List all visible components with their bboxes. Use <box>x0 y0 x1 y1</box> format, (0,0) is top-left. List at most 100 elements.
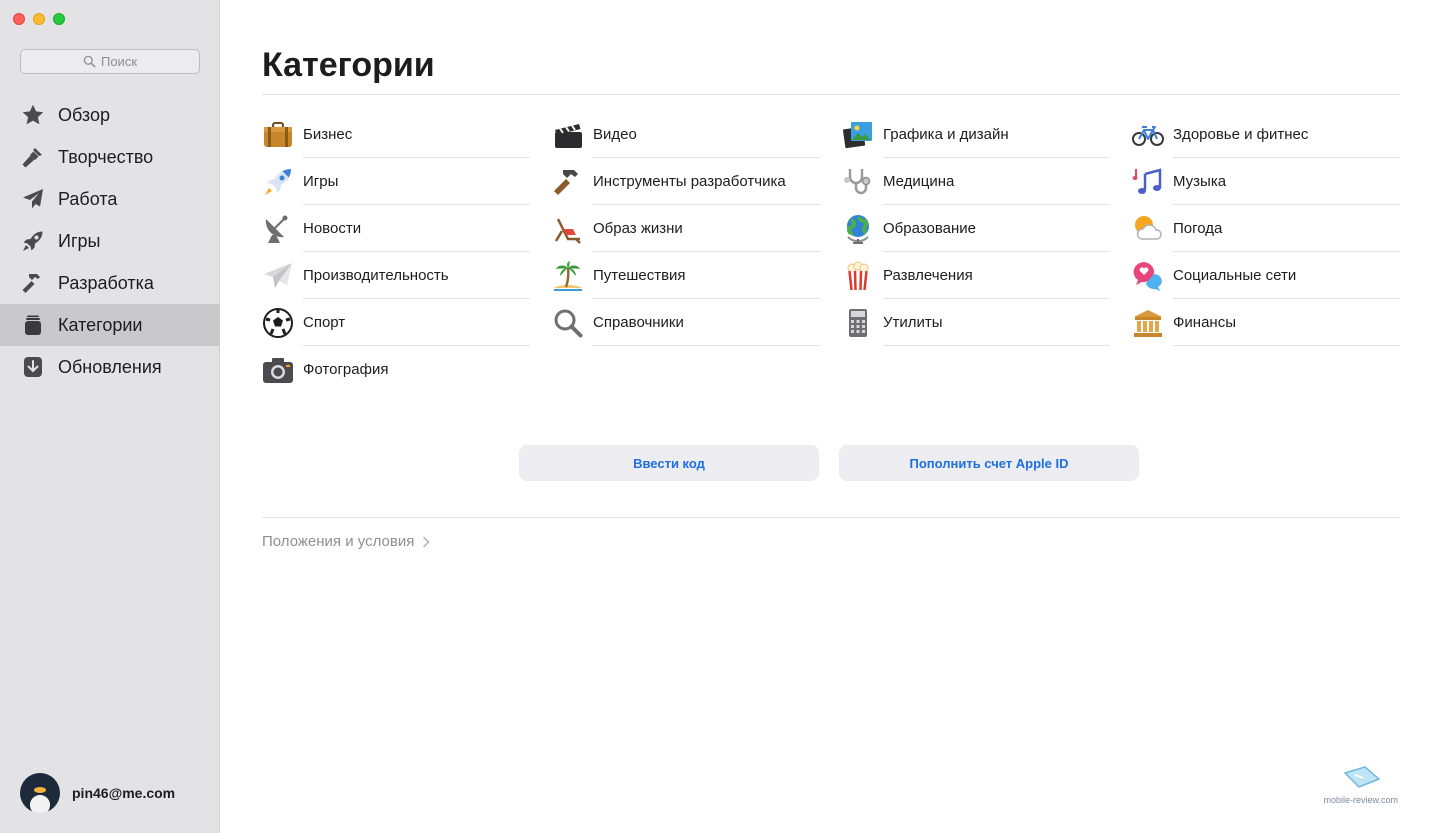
category-label: Видео <box>593 111 820 158</box>
hammer-icon <box>20 270 46 296</box>
sidebar-item-work[interactable]: Работа <box>0 178 220 220</box>
globe-icon <box>841 212 875 246</box>
star-icon <box>20 102 46 128</box>
categories-grid: Бизнес Видео Графика и дизайн Здоровье и… <box>261 111 1400 393</box>
category-label: Спорт <box>303 299 530 346</box>
paperplane-icon <box>20 186 46 212</box>
camera-icon <box>261 353 295 387</box>
heart-bubble-icon <box>1131 259 1165 293</box>
zoom-window-button[interactable] <box>53 13 65 25</box>
category-label: Новости <box>303 205 530 252</box>
stethoscope-icon <box>841 165 875 199</box>
minimize-window-button[interactable] <box>33 13 45 25</box>
category-label: Социальные сети <box>1173 252 1400 299</box>
sidebar-item-label: Творчество <box>58 146 154 167</box>
category-finance[interactable]: Финансы <box>1131 299 1400 346</box>
satellite-dish-icon <box>261 212 295 246</box>
account-button[interactable]: pin46@me.com <box>20 773 175 813</box>
sidebar-item-overview[interactable]: Обзор <box>0 94 220 136</box>
chevron-right-icon <box>423 535 430 548</box>
palm-tree-icon <box>551 259 585 293</box>
watermark-text: mobile-review.com <box>1323 795 1398 805</box>
title-divider <box>262 94 1399 95</box>
search-placeholder: Поиск <box>100 54 138 69</box>
music-notes-icon <box>1131 165 1165 199</box>
page-title: Категории <box>262 46 435 84</box>
beach-chair-icon <box>551 212 585 246</box>
category-lifestyle[interactable]: Образ жизни <box>551 205 841 252</box>
sidebar-item-label: Работа <box>58 188 118 209</box>
category-social-networking[interactable]: Социальные сети <box>1131 252 1400 299</box>
category-utilities[interactable]: Утилиты <box>841 299 1131 346</box>
picture-icon <box>841 118 875 152</box>
category-label: Музыка <box>1173 158 1400 205</box>
sidebar-item-categories[interactable]: Категории <box>0 304 220 346</box>
sidebar-item-develop[interactable]: Разработка <box>0 262 220 304</box>
category-productivity[interactable]: Производительность <box>261 252 551 299</box>
category-label: Бизнес <box>303 111 530 158</box>
redeem-code-button[interactable]: Ввести код <box>519 445 819 481</box>
category-weather[interactable]: Погода <box>1131 205 1400 252</box>
watermark: mobile-review.com <box>1323 765 1398 805</box>
sidebar-item-label: Категории <box>58 314 143 335</box>
category-business[interactable]: Бизнес <box>261 111 551 158</box>
search-input[interactable]: Поиск <box>20 49 200 74</box>
search-icon <box>83 55 96 68</box>
paintbrush-icon <box>20 144 46 170</box>
category-label: Погода <box>1173 205 1400 252</box>
app-store-window: Поиск Обзор Творчество Работа Игры Разра… <box>0 0 1440 833</box>
category-music[interactable]: Музыка <box>1131 158 1400 205</box>
category-label: Справочники <box>593 299 820 346</box>
bottom-divider <box>262 517 1399 518</box>
category-reference[interactable]: Справочники <box>551 299 841 346</box>
sidebar-item-games[interactable]: Игры <box>0 220 220 262</box>
sidebar-item-label: Обзор <box>58 104 110 125</box>
sidebar-nav: Обзор Творчество Работа Игры Разработка … <box>0 94 220 388</box>
category-graphics-design[interactable]: Графика и дизайн <box>841 111 1131 158</box>
category-health-fitness[interactable]: Здоровье и фитнес <box>1131 111 1400 158</box>
bicycle-icon <box>1131 118 1165 152</box>
category-label: Развлечения <box>883 252 1110 299</box>
window-controls <box>13 13 65 25</box>
bank-icon <box>1131 306 1165 340</box>
category-education[interactable]: Образование <box>841 205 1131 252</box>
category-sports[interactable]: Спорт <box>261 299 551 346</box>
sidebar-item-label: Обновления <box>58 356 162 377</box>
close-window-button[interactable] <box>13 13 25 25</box>
categories-icon <box>20 312 46 338</box>
category-label: Финансы <box>1173 299 1400 346</box>
sidebar-item-create[interactable]: Творчество <box>0 136 220 178</box>
category-video[interactable]: Видео <box>551 111 841 158</box>
category-label: Медицина <box>883 158 1110 205</box>
download-icon <box>20 354 46 380</box>
account-email: pin46@me.com <box>72 785 176 801</box>
category-medical[interactable]: Медицина <box>841 158 1131 205</box>
category-developer-tools[interactable]: Инструменты разработчика <box>551 158 841 205</box>
rocket-icon <box>261 165 295 199</box>
add-funds-button[interactable]: Пополнить счет Apple ID <box>839 445 1139 481</box>
sun-cloud-icon <box>1131 212 1165 246</box>
category-label: Здоровье и фитнес <box>1173 111 1400 158</box>
main-content: Категории Бизнес Видео Графика и дизайн … <box>220 0 1440 833</box>
category-entertainment[interactable]: Развлечения <box>841 252 1131 299</box>
briefcase-icon <box>261 118 295 152</box>
sidebar-item-label: Разработка <box>58 272 154 293</box>
paperplane-icon <box>261 259 295 293</box>
clapperboard-icon <box>551 118 585 152</box>
category-label: Образование <box>883 205 1110 252</box>
category-label: Игры <box>303 158 530 205</box>
sidebar: Поиск Обзор Творчество Работа Игры Разра… <box>0 0 220 833</box>
category-label: Производительность <box>303 252 530 299</box>
category-games[interactable]: Игры <box>261 158 551 205</box>
popcorn-icon <box>841 259 875 293</box>
category-travel[interactable]: Путешествия <box>551 252 841 299</box>
category-label: Путешествия <box>593 252 820 299</box>
category-photography[interactable]: Фотография <box>261 346 551 393</box>
terms-link[interactable]: Положения и условия <box>262 533 430 550</box>
sidebar-item-updates[interactable]: Обновления <box>0 346 220 388</box>
magnifier-icon <box>551 306 585 340</box>
soccer-ball-icon <box>261 306 295 340</box>
category-news[interactable]: Новости <box>261 205 551 252</box>
category-label: Образ жизни <box>593 205 820 252</box>
avatar <box>20 773 60 813</box>
